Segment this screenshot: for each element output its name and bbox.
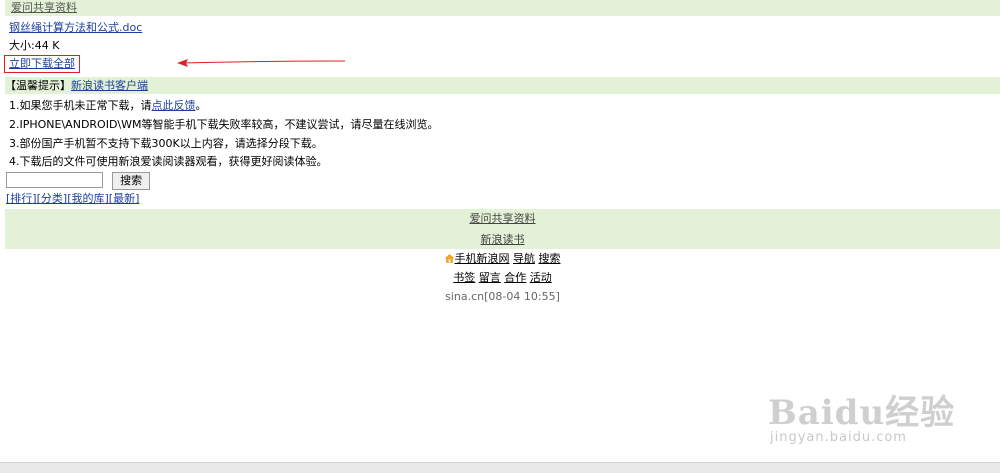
- footer-nav-link[interactable]: 导航: [513, 252, 535, 265]
- footer-tools-row: 书签 留言 合作 活动: [5, 271, 1000, 285]
- baidu-watermark: Baidu经验 jingyan.baidu.com: [768, 377, 988, 457]
- tips-heading: 【温馨提示】: [5, 79, 71, 92]
- footer-reading-link[interactable]: 新浪读书: [481, 233, 525, 246]
- file-size-text: 大小:44 K: [9, 39, 60, 52]
- nav-my-library-link[interactable]: [我的库]: [67, 192, 109, 205]
- footer-message-link[interactable]: 留言: [479, 271, 501, 284]
- footer-home-link[interactable]: 手机新浪网: [455, 252, 510, 265]
- footer-activity-link[interactable]: 活动: [530, 271, 552, 284]
- footer-home-row: 手机新浪网 导航 搜索: [5, 252, 1000, 266]
- file-size: 大小:44 K: [0, 38, 68, 54]
- nav-latest-link[interactable]: [最新]: [109, 192, 140, 205]
- nav-links: [排行][分类][我的库][最新]: [6, 192, 139, 206]
- download-annotation-box: 立即下载全部: [4, 55, 80, 73]
- tip-line-2: 2.IPHONE\ANDROID\WM等智能手机下载失败率较高，不建议尝试，请尽…: [9, 118, 439, 131]
- tip-line-4: 4.下载后的文件可使用新浪爱读阅读器观看，获得更好阅读体验。: [9, 155, 328, 168]
- search-input[interactable]: [6, 172, 103, 188]
- horizontal-scrollbar[interactable]: [0, 462, 1000, 473]
- search-row: 搜索: [6, 172, 151, 190]
- header-bar: 爱问共享资料: [5, 0, 1000, 16]
- footer-timestamp: sina.cn[08-04 10:55]: [445, 290, 560, 303]
- footer-share-link[interactable]: 爱问共享资料: [470, 212, 536, 225]
- home-icon: [444, 254, 454, 263]
- search-button[interactable]: 搜索: [112, 172, 151, 190]
- footer-bookmark-link[interactable]: 书签: [453, 271, 475, 284]
- client-download-link[interactable]: 新浪读书客户端: [71, 79, 148, 92]
- tips-heading-bar: 【温馨提示】新浪读书客户端: [5, 77, 1000, 94]
- footer-cooperation-link[interactable]: 合作: [504, 271, 526, 284]
- tip-line-3: 3.部份国产手机暂不支持下载300K以上内容，请选择分段下载。: [9, 137, 323, 150]
- header-title-link[interactable]: 爱问共享资料: [11, 1, 77, 14]
- tip-line-1-suffix: 。: [195, 99, 207, 112]
- tip-line-1: 1.如果您手机未正常下载，请点此反馈。: [9, 99, 207, 113]
- watermark-brand: Baidu经验: [768, 393, 956, 433]
- footer-reading-row: 新浪读书: [5, 233, 1000, 247]
- nav-category-link[interactable]: [分类]: [37, 192, 68, 205]
- watermark-url: jingyan.baidu.com: [770, 430, 907, 445]
- tip-line-1-text: 1.如果您手机未正常下载，请: [9, 99, 152, 112]
- download-all-link[interactable]: 立即下载全部: [9, 57, 75, 70]
- feedback-link[interactable]: 点此反馈: [152, 99, 196, 112]
- footer-share-row: 爱问共享资料: [5, 212, 1000, 226]
- nav-rank-link[interactable]: [排行]: [6, 192, 37, 205]
- footer-search-link[interactable]: 搜索: [539, 252, 561, 265]
- page: 爱问共享资料 钢丝绳计算方法和公式.doc 大小:44 K 立即下载全部 【温馨…: [0, 0, 1000, 473]
